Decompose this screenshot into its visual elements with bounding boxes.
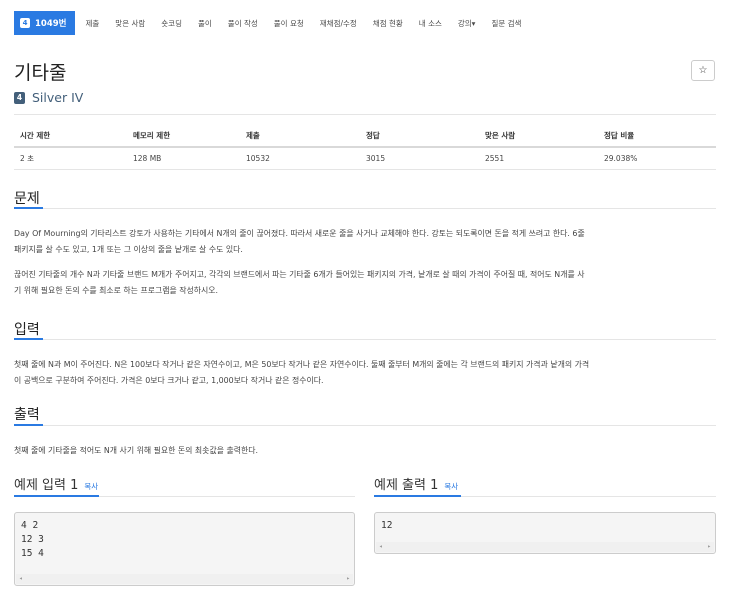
nav-item-submit[interactable]: 제출 xyxy=(85,18,99,29)
horizontal-scrollbar[interactable]: ◂ ▸ xyxy=(376,542,714,552)
header-accepted: 정답 xyxy=(360,125,479,148)
divider xyxy=(14,425,716,426)
nav-item-status[interactable]: 채점 현황 xyxy=(373,18,403,29)
example-output-title: 예제 출력 1 xyxy=(374,478,439,493)
accepted-value[interactable]: 3015 xyxy=(360,147,479,170)
example-output-line: 12 xyxy=(381,520,393,531)
nav-item-solved-users[interactable]: 맞은 사람 xyxy=(115,18,145,29)
nav-item-rejudge[interactable]: 재채점/수정 xyxy=(320,18,357,29)
heading-underline xyxy=(14,424,43,426)
problem-description: 끊어진 기타줄의 개수 N과 기타줄 브랜드 M개가 주어지고, 각각의 브랜드… xyxy=(14,267,720,299)
example-input-box[interactable]: 4 2 12 3 15 4 ◂ ▸ xyxy=(14,512,355,586)
heading-underline xyxy=(14,207,43,209)
time-limit-value: 2 초 xyxy=(14,147,127,170)
heading-underline xyxy=(14,338,43,340)
example-input-line: 12 3 xyxy=(21,534,44,545)
example-input-heading: 예제 입력 1 복사 xyxy=(14,474,98,493)
description-line: 기 위해 필요한 돈의 수를 최소로 하는 프로그램을 작성하시오. xyxy=(14,286,219,295)
problem-heading: 문제 xyxy=(14,191,40,207)
copy-input-button[interactable]: 복사 xyxy=(84,481,98,492)
example-output-box[interactable]: 12 ◂ ▸ xyxy=(374,512,716,554)
description-line: Day Of Mourning의 기타리스트 강토가 사용하는 기타에서 N개의… xyxy=(14,229,585,238)
heading-underline xyxy=(14,495,99,497)
description-line: 패키지를 살 수도 있고, 1개 또는 그 이상의 줄을 낱개로 살 수도 있다… xyxy=(14,245,243,254)
output-heading: 출력 xyxy=(14,407,40,423)
table-header-row: 시간 제한 메모리 제한 제출 정답 맞은 사람 정답 비율 xyxy=(14,125,716,148)
example-input-title: 예제 입력 1 xyxy=(14,478,79,493)
problem-number-label: 1049번 xyxy=(35,19,67,29)
description-line: 이 공백으로 구분하여 주어진다. 가격은 0보다 크거나 같고, 1,000보… xyxy=(14,376,324,385)
input-heading: 입력 xyxy=(14,322,40,338)
horizontal-scrollbar[interactable]: ◂ ▸ xyxy=(16,574,353,584)
problem-tier: 4 Silver IV xyxy=(14,90,83,105)
problem-description: Day Of Mourning의 기타리스트 강토가 사용하는 기타에서 N개의… xyxy=(14,226,720,258)
divider xyxy=(14,339,716,340)
description-line: 첫째 줄에 N과 M이 주어진다. N은 100보다 작거나 같은 자연수이고,… xyxy=(14,360,590,369)
accept-ratio-value: 29.038% xyxy=(598,147,716,170)
divider xyxy=(14,208,716,209)
example-input-line: 15 4 xyxy=(21,548,44,559)
tier-label[interactable]: Silver IV xyxy=(32,90,83,105)
header-submissions: 제출 xyxy=(240,125,360,148)
header-time-limit: 시간 제한 xyxy=(14,125,127,148)
nav-item-solutions[interactable]: 풀이 xyxy=(198,18,212,29)
tier-badge-icon: 4 xyxy=(14,91,25,104)
favorite-button[interactable]: ☆ xyxy=(691,60,715,81)
example-output-heading: 예제 출력 1 복사 xyxy=(374,474,458,493)
nav-item-request-solution[interactable]: 풀이 요청 xyxy=(274,18,304,29)
scroll-right-icon[interactable]: ▸ xyxy=(707,542,711,552)
problem-nav: 4 1049번 제출 맞은 사람 숏코딩 풀이 풀이 작성 풀이 요청 재채점/… xyxy=(14,11,521,35)
page-title: 기타줄 xyxy=(14,62,67,84)
nav-item-my-source[interactable]: 내 소스 xyxy=(419,18,442,29)
nav-item-short-coding[interactable]: 숏코딩 xyxy=(161,18,182,29)
copy-output-button[interactable]: 복사 xyxy=(444,481,458,492)
nav-item-write-solution[interactable]: 풀이 작성 xyxy=(228,18,258,29)
nav-item-problem-number[interactable]: 4 1049번 xyxy=(14,11,76,35)
divider xyxy=(14,114,716,115)
description-line: 끊어진 기타줄의 개수 N과 기타줄 브랜드 M개가 주어지고, 각각의 브랜드… xyxy=(14,270,585,279)
description-line: 첫째 줄에 기타줄을 적어도 N개 사기 위해 필요한 돈의 최솟값을 출력한다… xyxy=(14,446,259,455)
problem-info-table: 시간 제한 메모리 제한 제출 정답 맞은 사람 정답 비율 2 초 128 M… xyxy=(14,125,716,170)
output-description: 첫째 줄에 기타줄을 적어도 N개 사기 위해 필요한 돈의 최솟값을 출력한다… xyxy=(14,443,720,459)
scroll-right-icon[interactable]: ▸ xyxy=(346,574,350,584)
scroll-left-icon[interactable]: ◂ xyxy=(19,574,23,584)
memory-limit-value: 128 MB xyxy=(127,147,240,170)
table-row: 2 초 128 MB 10532 3015 2551 29.038% xyxy=(14,147,716,170)
heading-underline xyxy=(374,495,461,497)
scroll-left-icon[interactable]: ◂ xyxy=(379,542,383,552)
header-memory-limit: 메모리 제한 xyxy=(127,125,240,148)
header-accept-ratio: 정답 비율 xyxy=(598,125,716,148)
nav-item-lectures-dropdown[interactable]: 강의▾ xyxy=(458,18,476,29)
header-solved-users: 맞은 사람 xyxy=(479,125,598,148)
submissions-value[interactable]: 10532 xyxy=(240,147,360,170)
nav-item-question-search[interactable]: 질문 검색 xyxy=(491,18,521,29)
solved-users-value[interactable]: 2551 xyxy=(479,147,598,170)
tier-icon: 4 xyxy=(20,18,30,28)
example-input-line: 4 2 xyxy=(21,520,39,531)
star-icon: ☆ xyxy=(698,65,708,76)
input-description: 첫째 줄에 N과 M이 주어진다. N은 100보다 작거나 같은 자연수이고,… xyxy=(14,357,720,389)
